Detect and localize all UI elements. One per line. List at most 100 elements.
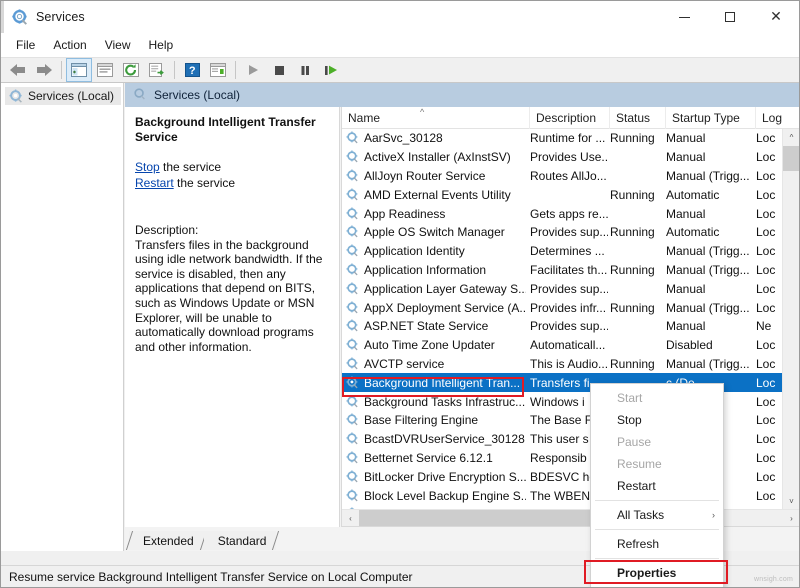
table-row[interactable]: Auto Time Zone UpdaterAutomaticall...Dis…: [342, 336, 782, 355]
column-header-status[interactable]: Status: [610, 107, 666, 129]
scroll-down-icon[interactable]: ˅: [783, 493, 800, 510]
table-row[interactable]: Application IdentityDetermines ...Manual…: [342, 242, 782, 261]
export-list-icon[interactable]: [144, 58, 170, 82]
cell-log-on-as: Loc: [756, 357, 782, 371]
vertical-scroll-thumb[interactable]: [783, 146, 800, 171]
svg-text:?: ?: [188, 65, 195, 77]
context-menu-item-label: Resume: [617, 457, 662, 471]
tab-standard[interactable]: Standard: [204, 531, 277, 550]
context-menu-item-all-tasks[interactable]: All Tasks›: [591, 504, 723, 526]
action-pane-icon[interactable]: [92, 58, 118, 82]
table-row[interactable]: App ReadinessGets apps re...ManualLoc: [342, 204, 782, 223]
context-menu-separator: [595, 558, 719, 559]
context-menu-item-refresh[interactable]: Refresh: [591, 533, 723, 555]
table-row[interactable]: Application InformationFacilitates th...…: [342, 261, 782, 280]
scroll-up-icon[interactable]: ^: [783, 129, 800, 146]
context-menu-item-label: Start: [617, 391, 642, 405]
chevron-right-icon: ›: [712, 510, 715, 520]
scroll-right-icon[interactable]: ›: [783, 510, 800, 526]
start-service-icon[interactable]: [240, 58, 266, 82]
cell-name: ASP.NET State Service: [346, 319, 526, 333]
table-row[interactable]: AppX Deployment Service (A...Provides in…: [342, 298, 782, 317]
results-pane-header: Services (Local): [125, 83, 799, 107]
column-header-name-label: Name: [348, 111, 380, 125]
table-row[interactable]: Application Layer Gateway S...Provides s…: [342, 279, 782, 298]
cell-status: Running: [610, 225, 660, 239]
cell-log-on-as: Loc: [756, 282, 782, 296]
service-gear-icon: [346, 413, 360, 427]
restart-service-link[interactable]: Restart: [135, 176, 174, 190]
cell-status: Running: [610, 188, 660, 202]
column-header-status-label: Status: [616, 111, 650, 125]
column-header-description[interactable]: Description: [530, 107, 610, 129]
refresh-icon[interactable]: [118, 58, 144, 82]
menu-bar: File Action View Help: [1, 33, 799, 57]
tab-extended[interactable]: Extended: [129, 531, 204, 550]
restart-service-icon[interactable]: [318, 58, 344, 82]
maximize-button[interactable]: [707, 1, 753, 33]
list-horizontal-scrollbar[interactable]: ‹ ›: [342, 509, 800, 526]
service-gear-icon: [346, 188, 360, 202]
context-menu-item-stop[interactable]: Stop: [591, 409, 723, 431]
table-row[interactable]: Apple OS Switch ManagerProvides sup...Ru…: [342, 223, 782, 242]
cell-name: Application Layer Gateway S...: [346, 282, 526, 296]
table-row[interactable]: AarSvc_30128Runtime for ...RunningManual…: [342, 129, 782, 148]
cell-name: BitLocker Drive Encryption S...: [346, 470, 526, 484]
stop-service-action[interactable]: Stop the service: [135, 159, 329, 175]
column-header-name[interactable]: Name ^: [342, 107, 530, 129]
service-gear-icon: [346, 470, 360, 484]
menu-view[interactable]: View: [96, 35, 140, 55]
properties-icon[interactable]: [205, 58, 231, 82]
toolbar: ?: [1, 57, 799, 83]
menu-action[interactable]: Action: [44, 35, 95, 55]
cell-name-label: Apple OS Switch Manager: [364, 225, 505, 239]
toolbar-separator-2: [174, 61, 175, 79]
cell-log-on-as: Loc: [756, 131, 782, 145]
minimize-button[interactable]: [661, 1, 707, 33]
table-row[interactable]: AMD External Events UtilityRunningAutoma…: [342, 185, 782, 204]
cell-status: Running: [610, 131, 660, 145]
service-gear-icon: [346, 282, 360, 296]
context-menu-item-label: Stop: [617, 413, 642, 427]
restart-service-action[interactable]: Restart the service: [135, 175, 329, 191]
cell-startup-type: Disabled: [666, 338, 752, 352]
cell-startup-type: Manual: [666, 319, 752, 333]
table-row[interactable]: AllJoyn Router ServiceRoutes AllJo...Man…: [342, 167, 782, 186]
list-vertical-scrollbar[interactable]: ^ ˅: [782, 129, 799, 510]
menu-file[interactable]: File: [7, 35, 44, 55]
cell-description: Routes AllJo...: [530, 169, 608, 183]
stop-service-icon[interactable]: [266, 58, 292, 82]
table-row[interactable]: ActiveX Installer (AxInstSV)Provides Use…: [342, 148, 782, 167]
service-gear-icon: [346, 169, 360, 183]
minimize-icon: [679, 17, 690, 18]
cell-startup-type: Manual: [666, 282, 752, 296]
services-window: Services ✕ File Action View Help: [0, 0, 800, 588]
tree-item-services-local[interactable]: Services (Local): [5, 87, 121, 105]
cell-startup-type: Manual (Trigg...: [666, 244, 752, 258]
help-icon[interactable]: ?: [179, 58, 205, 82]
scroll-left-icon[interactable]: ‹: [342, 510, 359, 526]
stop-service-link[interactable]: Stop: [135, 160, 160, 174]
table-row[interactable]: ASP.NET State ServiceProvides sup...Manu…: [342, 317, 782, 336]
cell-log-on-as: Loc: [756, 150, 782, 164]
cell-name: App Readiness: [346, 207, 526, 221]
context-menu-item-restart[interactable]: Restart: [591, 475, 723, 497]
column-header-startup-type[interactable]: Startup Type: [666, 107, 756, 129]
table-row[interactable]: AVCTP serviceThis is Audio...RunningManu…: [342, 355, 782, 374]
forward-icon[interactable]: [31, 58, 57, 82]
cell-log-on-as: Loc: [756, 263, 782, 277]
console-tree-icon[interactable]: [66, 58, 92, 82]
back-icon[interactable]: [5, 58, 31, 82]
cell-name: Auto Time Zone Updater: [346, 338, 526, 352]
pause-service-icon[interactable]: [292, 58, 318, 82]
toolbar-separator: [61, 61, 62, 79]
close-button[interactable]: ✕: [753, 1, 799, 33]
menu-help[interactable]: Help: [140, 35, 183, 55]
context-menu-item-properties[interactable]: Properties: [591, 562, 723, 584]
cell-log-on-as: Loc: [756, 489, 782, 503]
column-header-log-on-as[interactable]: Log: [756, 107, 782, 129]
cell-log-on-as: Loc: [756, 188, 782, 202]
services-gear-icon: [12, 9, 28, 25]
description-text: Transfers files in the background using …: [135, 238, 329, 355]
selected-service-name: Background Intelligent Transfer Service: [135, 115, 329, 145]
